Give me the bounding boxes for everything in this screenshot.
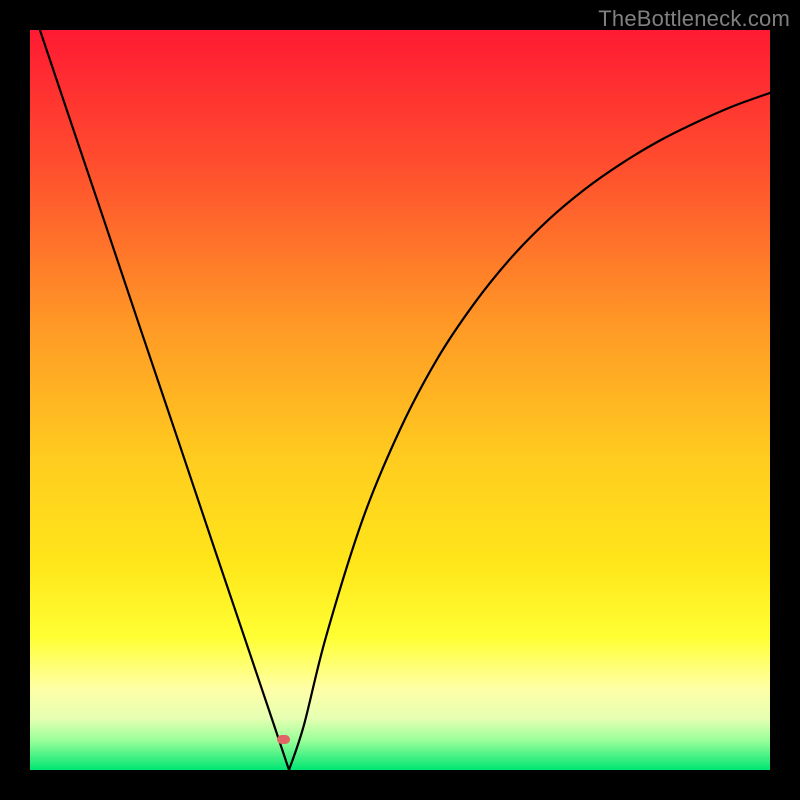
chart-container: TheBottleneck.com	[0, 0, 800, 800]
plot-area	[30, 30, 770, 770]
watermark-label: TheBottleneck.com	[598, 6, 790, 32]
minimum-marker	[277, 735, 290, 744]
